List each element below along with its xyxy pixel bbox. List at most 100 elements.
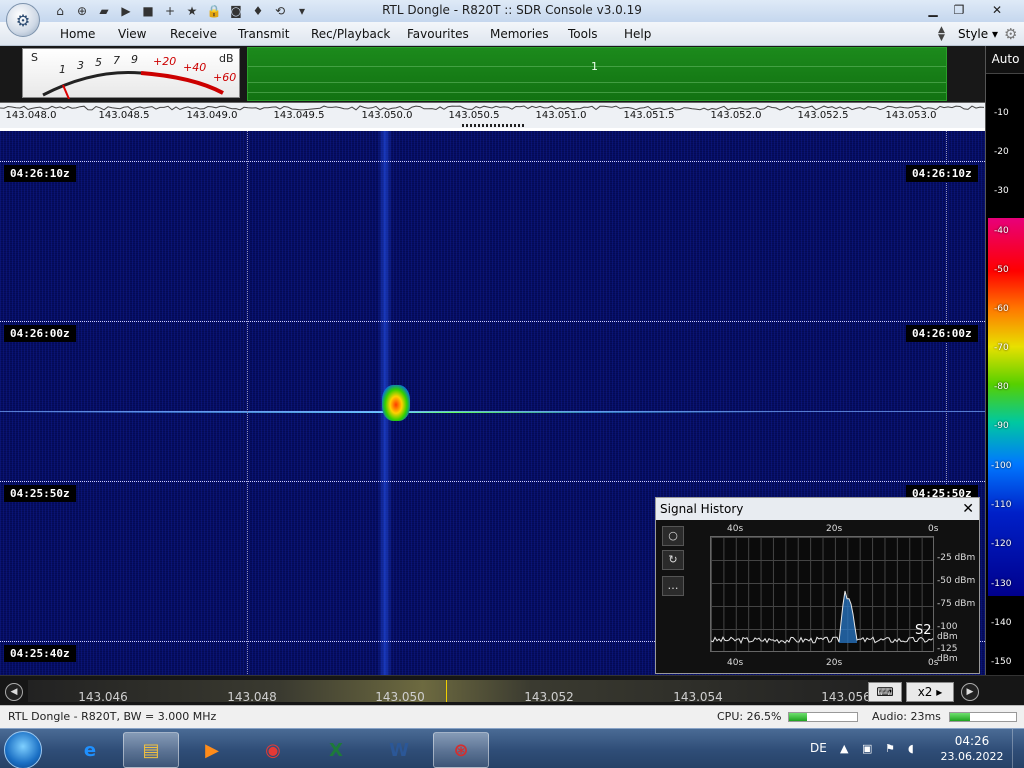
- audio-latency-label: Audio: 23ms: [872, 710, 941, 723]
- menu-tools[interactable]: Tools: [568, 27, 598, 41]
- record-button[interactable]: ○: [662, 526, 684, 546]
- status-bar: RTL Dongle - R820T, BW = 3.000 MHz CPU: …: [0, 705, 1024, 728]
- minimize-icon[interactable]: ▁: [920, 0, 946, 20]
- freq-tick: 143.051.0: [535, 110, 587, 121]
- network-icon[interactable]: ▣: [862, 742, 872, 755]
- chrome-icon[interactable]: ◉: [245, 732, 301, 768]
- cpu-meter: [788, 712, 858, 722]
- freq-tick: 143.048.5: [98, 110, 150, 121]
- close-icon[interactable]: ✕: [975, 0, 1019, 20]
- keyboard-icon[interactable]: ⌨: [868, 682, 902, 702]
- history-dbm-label: -125 dBm: [937, 644, 958, 664]
- history-time-label: 20s: [826, 524, 843, 534]
- start-button[interactable]: [4, 731, 42, 768]
- db-label: -90: [994, 421, 1009, 431]
- language-indicator[interactable]: DE: [810, 741, 827, 755]
- more-options-button[interactable]: …: [662, 576, 684, 596]
- internet-explorer-icon[interactable]: e: [62, 732, 118, 768]
- time-label-left: 04:25:50z: [4, 485, 76, 502]
- nav-freq-label: 143.054: [673, 690, 723, 704]
- cpu-meter-fill: [789, 713, 808, 721]
- nav-freq-label: 143.048: [227, 690, 277, 704]
- nav-freq-label: 143.050: [375, 690, 425, 704]
- reset-button[interactable]: ↻: [662, 550, 684, 570]
- s-meter-tick: 3: [77, 59, 84, 72]
- menu-transmit[interactable]: Transmit: [238, 27, 289, 41]
- scroll-left-icon[interactable]: ◀: [5, 683, 23, 701]
- application-menu-button[interactable]: ⚙: [6, 3, 40, 37]
- time-gridline: [0, 161, 985, 162]
- time-label-left: 04:25:40z: [4, 645, 76, 662]
- volume-icon[interactable]: ◖: [908, 742, 914, 755]
- time-label-right: 04:26:10z: [906, 165, 978, 182]
- clock-date[interactable]: 23.06.2022: [940, 750, 1004, 763]
- history-dbm-label: -100 dBm: [937, 622, 958, 642]
- tray-expand-icon[interactable]: ▲: [840, 742, 848, 755]
- zoom-label: x2: [917, 685, 933, 699]
- time-label-right: 04:26:00z: [906, 325, 978, 342]
- media-player-icon[interactable]: ▶: [184, 732, 240, 768]
- settings-gear-icon[interactable]: ⚙: [1004, 25, 1017, 43]
- signal-history-panel: Signal History ✕ ○ ↻ … 40s 20s 0s -25 dB…: [655, 497, 980, 674]
- nav-freq-label: 143.046: [78, 690, 128, 704]
- scale-drag-handle[interactable]: [462, 124, 524, 127]
- menu-home[interactable]: Home: [60, 27, 95, 41]
- menu-view[interactable]: View: [118, 27, 146, 41]
- s-meter: S dB 1 3 5 7 9 +20 +40 +60: [22, 48, 240, 99]
- menu-favourites[interactable]: Favourites: [407, 27, 469, 41]
- band-spectrum[interactable]: 1: [247, 47, 947, 101]
- word-icon[interactable]: W: [371, 732, 427, 768]
- audio-meter-fill: [950, 713, 970, 721]
- menu-receive[interactable]: Receive: [170, 27, 217, 41]
- frequency-scale[interactable]: 143.048.0 143.048.5 143.049.0 143.049.5 …: [0, 102, 985, 128]
- clock-time[interactable]: 04:26: [944, 734, 1000, 748]
- file-explorer-icon[interactable]: ▤: [123, 732, 179, 768]
- history-dbm-label: -50 dBm: [937, 576, 976, 586]
- maximize-icon[interactable]: ❐: [946, 0, 972, 20]
- frequency-navigator-track[interactable]: 143.046 143.048 143.050 143.052 143.054 …: [28, 680, 871, 704]
- freq-tick: 143.048.0: [5, 110, 57, 121]
- style-menu[interactable]: Style ▾: [958, 27, 998, 41]
- time-label-left: 04:26:10z: [4, 165, 76, 182]
- freq-tick: 143.050.5: [448, 110, 500, 121]
- sdr-console-icon[interactable]: ⊛: [433, 732, 489, 768]
- db-label: -20: [994, 147, 1009, 157]
- db-label: -80: [994, 382, 1009, 392]
- scroll-right-icon[interactable]: ▶: [961, 683, 979, 701]
- zoom-button[interactable]: x2 ▸: [906, 682, 954, 702]
- signal-history-plot: [710, 536, 934, 652]
- band-edge-line: [247, 131, 248, 675]
- history-dbm-label: -75 dBm: [937, 599, 976, 609]
- db-label: -110: [991, 500, 1012, 510]
- excel-icon[interactable]: X: [308, 732, 364, 768]
- band-marker-label: 1: [591, 60, 598, 73]
- tuned-frequency-marker: [446, 680, 447, 702]
- signal-history-title: Signal History ✕: [656, 498, 979, 520]
- auto-level-button[interactable]: Auto: [986, 46, 1024, 74]
- db-label: -70: [994, 343, 1009, 353]
- action-center-icon[interactable]: ⚑: [885, 742, 895, 755]
- close-icon[interactable]: ✕: [962, 498, 974, 520]
- style-spin-icon[interactable]: ▲ ▼: [938, 26, 945, 43]
- audio-meter: [949, 712, 1017, 722]
- window-title: RTL Dongle - R820T :: SDR Console v3.0.1…: [382, 3, 642, 17]
- s-meter-tick: +40: [183, 61, 207, 74]
- s-meter-tick: +60: [213, 71, 237, 84]
- style-label: Style: [958, 27, 989, 41]
- cpu-label: CPU: 26.5%: [717, 710, 782, 723]
- freq-tick: 143.050.0: [361, 110, 413, 121]
- freq-tick: 143.049.5: [273, 110, 325, 121]
- s-meter-s-label: S: [31, 51, 38, 64]
- menu-rec-playback[interactable]: Rec/Playback: [311, 27, 390, 41]
- db-label: -10: [994, 108, 1009, 118]
- s-unit-readout: S2: [915, 623, 932, 638]
- show-desktop-button[interactable]: [1012, 729, 1024, 768]
- device-status: RTL Dongle - R820T, BW = 3.000 MHz: [8, 710, 217, 723]
- nav-freq-label: 143.056: [821, 690, 871, 704]
- s-meter-tick: 9: [131, 53, 138, 66]
- frequency-navigator: ◀ 143.046 143.048 143.050 143.052 143.05…: [0, 675, 1024, 705]
- menu-memories[interactable]: Memories: [490, 27, 549, 41]
- s-meter-needle: [62, 84, 70, 99]
- time-gridline: [0, 321, 985, 322]
- menu-help[interactable]: Help: [624, 27, 651, 41]
